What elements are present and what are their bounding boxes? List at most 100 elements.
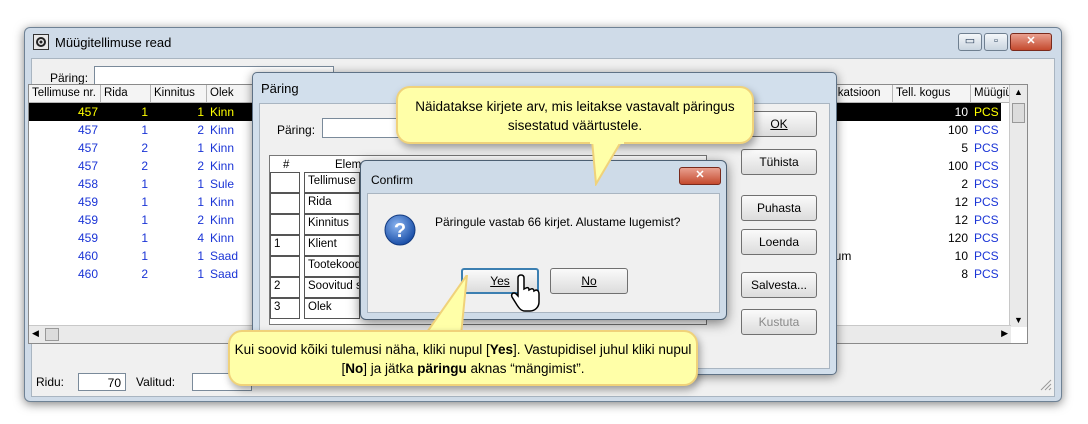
cell-state[interactable]: Kinn bbox=[207, 229, 255, 247]
element-num[interactable]: 3 bbox=[270, 298, 300, 319]
cell-qty[interactable]: 12 bbox=[893, 193, 971, 211]
cell-state[interactable]: Kinn bbox=[207, 139, 255, 157]
element-name[interactable]: Soovitud s bbox=[304, 277, 360, 298]
cell-unit[interactable]: PCS bbox=[971, 139, 1011, 157]
cell-line[interactable]: 1 bbox=[101, 247, 151, 265]
list-button[interactable]: Loenda bbox=[741, 229, 817, 255]
element-name[interactable]: Rida bbox=[304, 193, 360, 214]
cell-state[interactable]: Kinn bbox=[207, 121, 255, 139]
cell-order[interactable]: 457 bbox=[29, 103, 101, 121]
cell-line[interactable]: 2 bbox=[101, 265, 151, 283]
cell-order[interactable]: 459 bbox=[29, 229, 101, 247]
cell-unit[interactable]: PCS bbox=[971, 103, 1011, 121]
cell-state[interactable]: Kinn bbox=[207, 211, 255, 229]
hscroll-thumb[interactable] bbox=[45, 328, 59, 341]
cell-confirm[interactable]: 1 bbox=[151, 103, 207, 121]
cell-qty[interactable]: 10 bbox=[893, 247, 971, 265]
minimize-button[interactable]: ▭ bbox=[958, 33, 982, 51]
save-button[interactable]: Salvesta... bbox=[741, 272, 817, 298]
cell-unit[interactable]: PCS bbox=[971, 121, 1011, 139]
cell-line[interactable]: 1 bbox=[101, 211, 151, 229]
col-header-unit[interactable]: Müügiük bbox=[971, 85, 1011, 103]
element-name[interactable]: Klient bbox=[304, 235, 360, 256]
cell-confirm[interactable]: 4 bbox=[151, 229, 207, 247]
element-name[interactable]: Tootekood bbox=[304, 256, 360, 277]
cell-confirm[interactable]: 2 bbox=[151, 121, 207, 139]
cell-qty[interactable]: 100 bbox=[893, 157, 971, 175]
cell-unit[interactable]: PCS bbox=[971, 247, 1011, 265]
delete-button[interactable]: Kustuta bbox=[741, 309, 817, 335]
element-num[interactable] bbox=[270, 172, 300, 193]
col-header-order[interactable]: Tellimuse nr. bbox=[29, 85, 101, 103]
cell-unit[interactable]: PCS bbox=[971, 229, 1011, 247]
cancel-button[interactable]: Tühista bbox=[741, 149, 817, 175]
close-button[interactable]: ✕ bbox=[1010, 33, 1052, 51]
resize-grip-icon[interactable] bbox=[1038, 377, 1052, 391]
element-num[interactable]: 1 bbox=[270, 235, 300, 256]
cell-confirm[interactable]: 2 bbox=[151, 157, 207, 175]
cell-order[interactable]: 458 bbox=[29, 175, 101, 193]
cell-unit[interactable]: PCS bbox=[971, 193, 1011, 211]
cell-qty[interactable]: 100 bbox=[893, 121, 971, 139]
cell-line[interactable]: 2 bbox=[101, 139, 151, 157]
cell-line[interactable]: 1 bbox=[101, 103, 151, 121]
cell-order[interactable]: 457 bbox=[29, 139, 101, 157]
element-num[interactable]: 2 bbox=[270, 277, 300, 298]
element-num[interactable] bbox=[270, 256, 300, 277]
cell-qty[interactable]: 8 bbox=[893, 265, 971, 283]
element-num[interactable] bbox=[270, 214, 300, 235]
cell-qty[interactable]: 10 bbox=[893, 103, 971, 121]
col-header-qty[interactable]: Tell. kogus bbox=[893, 85, 971, 103]
scroll-down-icon[interactable]: ▼ bbox=[1014, 315, 1023, 325]
cell-confirm[interactable]: 1 bbox=[151, 139, 207, 157]
element-name[interactable]: Tellimuse r bbox=[304, 172, 360, 193]
cell-confirm[interactable]: 1 bbox=[151, 247, 207, 265]
clear-button[interactable]: Puhasta bbox=[741, 195, 817, 221]
cell-confirm[interactable]: 1 bbox=[151, 175, 207, 193]
confirm-close-button[interactable]: ✕ bbox=[679, 167, 721, 185]
cell-order[interactable]: 459 bbox=[29, 211, 101, 229]
col-header-confirm[interactable]: Kinnitus bbox=[151, 85, 207, 103]
cell-confirm[interactable]: 2 bbox=[151, 211, 207, 229]
cell-qty[interactable]: 2 bbox=[893, 175, 971, 193]
scroll-thumb[interactable] bbox=[1012, 103, 1025, 123]
col-header-line[interactable]: Rida bbox=[101, 85, 151, 103]
cell-unit[interactable]: PCS bbox=[971, 211, 1011, 229]
maximize-button[interactable]: ▫ bbox=[984, 33, 1008, 51]
cell-order[interactable]: 460 bbox=[29, 247, 101, 265]
cell-order[interactable]: 457 bbox=[29, 157, 101, 175]
cell-state[interactable]: Kinn bbox=[207, 157, 255, 175]
cell-order[interactable]: 457 bbox=[29, 121, 101, 139]
element-name[interactable]: Kinnitus bbox=[304, 214, 360, 235]
cell-qty[interactable]: 12 bbox=[893, 211, 971, 229]
no-button[interactable]: No bbox=[550, 268, 628, 294]
cell-line[interactable]: 1 bbox=[101, 229, 151, 247]
cell-line[interactable]: 1 bbox=[101, 175, 151, 193]
cell-state[interactable]: Sule bbox=[207, 175, 255, 193]
cell-state[interactable]: Saad bbox=[207, 247, 255, 265]
col-header-spec[interactable]: fikatsioon bbox=[829, 85, 893, 103]
cell-state[interactable]: Saad bbox=[207, 265, 255, 283]
cell-line[interactable]: 2 bbox=[101, 157, 151, 175]
cell-state[interactable]: Kinn bbox=[207, 103, 255, 121]
cell-line[interactable]: 1 bbox=[101, 193, 151, 211]
scroll-right-icon[interactable]: ▶ bbox=[1001, 328, 1008, 339]
col-header-state[interactable]: Olek bbox=[207, 85, 255, 103]
cell-qty[interactable]: 120 bbox=[893, 229, 971, 247]
cell-line[interactable]: 1 bbox=[101, 121, 151, 139]
cell-qty[interactable]: 5 bbox=[893, 139, 971, 157]
cell-spec[interactable]: ium bbox=[829, 247, 893, 265]
cell-confirm[interactable]: 1 bbox=[151, 193, 207, 211]
cell-unit[interactable]: PCS bbox=[971, 265, 1011, 283]
cell-state[interactable]: Kinn bbox=[207, 193, 255, 211]
cell-confirm[interactable]: 1 bbox=[151, 265, 207, 283]
scroll-left-icon[interactable]: ◀ bbox=[32, 328, 39, 339]
cell-unit[interactable]: PCS bbox=[971, 175, 1011, 193]
cell-unit[interactable]: PCS bbox=[971, 157, 1011, 175]
cell-order[interactable]: 460 bbox=[29, 265, 101, 283]
element-num[interactable] bbox=[270, 193, 300, 214]
scroll-up-icon[interactable]: ▲ bbox=[1014, 87, 1023, 97]
cell-order[interactable]: 459 bbox=[29, 193, 101, 211]
element-name[interactable]: Olek bbox=[304, 298, 360, 319]
vertical-scrollbar[interactable]: ▲ ▼ bbox=[1009, 85, 1027, 327]
